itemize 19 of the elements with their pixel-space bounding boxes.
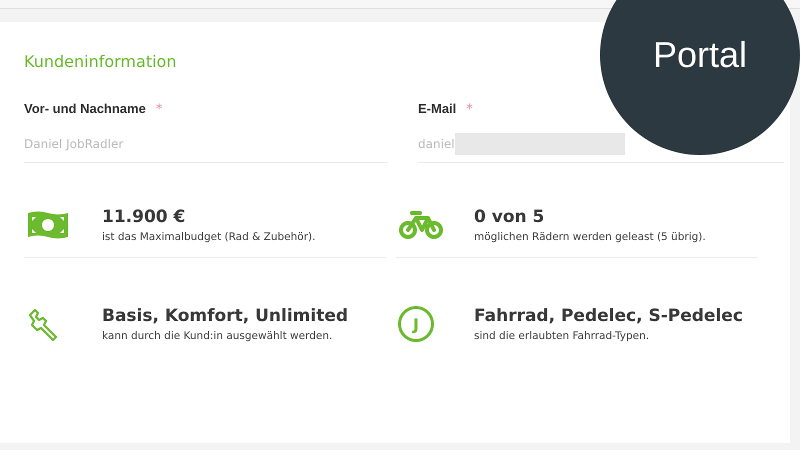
required-mark: * bbox=[156, 102, 162, 117]
field-label: Vor- und Nachname bbox=[24, 101, 146, 116]
stat-description: kann durch die Kund:in ausgewählt werden. bbox=[102, 330, 334, 342]
stat-value: Fahrrad, Pedelec, S-Pedelec bbox=[474, 306, 743, 326]
stat-value: 11.900 € bbox=[102, 207, 186, 227]
bicycle-icon bbox=[398, 210, 444, 240]
section-title: Kundeninformation bbox=[24, 52, 176, 71]
wrench-icon bbox=[26, 307, 60, 341]
field-value: daniel bbox=[418, 137, 455, 151]
stat-description: sind die erlaubten Fahrrad-Typen. bbox=[474, 330, 650, 342]
stat-description: ist das Maximalbudget (Rad & Zubehör). bbox=[102, 231, 316, 243]
stat-value: 0 von 5 bbox=[474, 207, 546, 227]
required-mark: * bbox=[466, 102, 473, 117]
stat-value: Basis, Komfort, Unlimited bbox=[102, 306, 348, 326]
field-value: Daniel JobRadler bbox=[24, 137, 124, 151]
field-label: E-Mail bbox=[418, 101, 456, 116]
stat-description: möglichen Rädern werden geleast (5 übrig). bbox=[474, 231, 706, 243]
banknote-icon bbox=[26, 209, 70, 241]
letter-badge: J bbox=[398, 306, 434, 342]
